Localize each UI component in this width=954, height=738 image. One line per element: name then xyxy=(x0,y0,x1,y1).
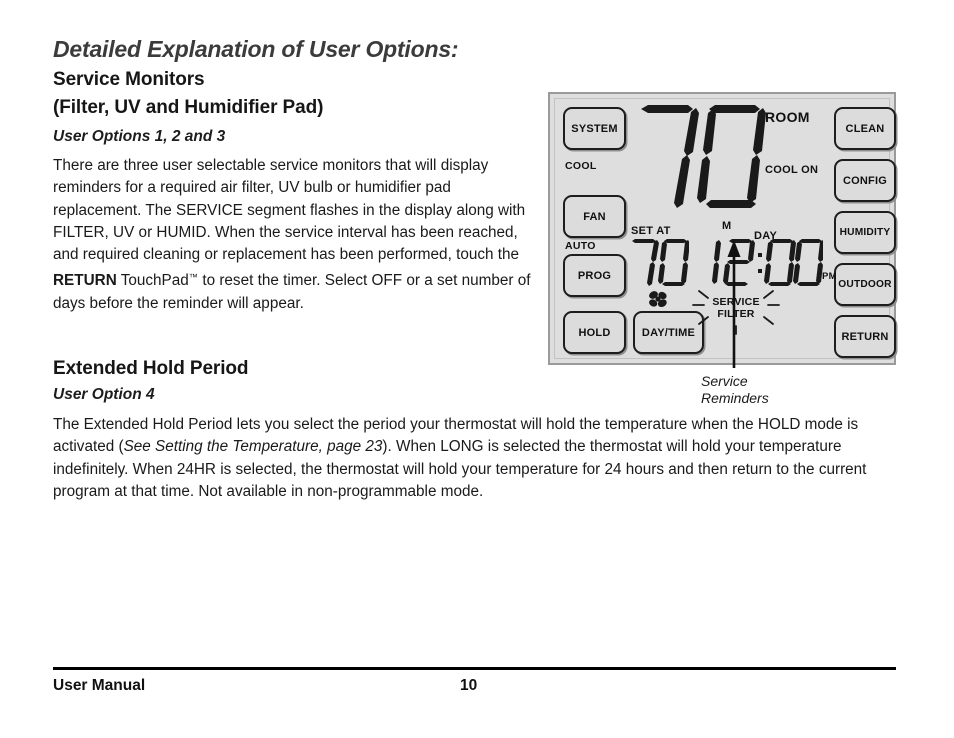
section-heading-line1: Service Monitors xyxy=(53,69,205,90)
fan-indicator-auto: AUTO xyxy=(565,240,596,252)
cross-reference-italic: See Setting the Temperature, page 23 xyxy=(123,438,383,456)
thermostat-button-humidity[interactable]: HUMIDITY xyxy=(834,211,896,254)
trademark-symbol: ™ xyxy=(188,272,199,283)
thermostat-faceplate: SYSTEM COOL FAN AUTO PROG HOLD DAY/TIME … xyxy=(554,98,896,359)
footer-divider xyxy=(53,667,896,670)
thermostat-button-clean[interactable]: CLEAN xyxy=(834,107,896,150)
fan-running-icon xyxy=(649,291,667,308)
return-touchpad-emphasis: RETURN xyxy=(53,272,117,290)
lcd-label-cool-on: COOL ON xyxy=(765,164,819,176)
mode-indicator-cool: COOL xyxy=(565,160,597,172)
caption-line-2: Reminders xyxy=(701,390,769,406)
paragraph-text-part2: TouchPad xyxy=(116,272,189,290)
lcd-label-pm: PM xyxy=(822,271,837,282)
paragraph-text-part1: There are three user selectable service … xyxy=(53,157,526,264)
lcd-label-minute-indicator: M xyxy=(722,220,732,232)
thermostat-figure: SYSTEM COOL FAN AUTO PROG HOLD DAY/TIME … xyxy=(548,92,896,365)
page-title: Detailed Explanation of User Options: xyxy=(53,36,459,62)
footer-manual-label: User Manual xyxy=(53,677,146,694)
manual-page: Detailed Explanation of User Options: Se… xyxy=(0,0,954,738)
footer-page-number: 10 xyxy=(460,677,478,694)
lcd-label-set-at: SET AT xyxy=(631,225,671,237)
extended-hold-heading: Extended Hold Period xyxy=(53,358,249,379)
extended-hold-subheading: User Option 4 xyxy=(53,386,155,403)
thermostat-button-prog[interactable]: PROG xyxy=(563,254,626,297)
callout-arrow-icon xyxy=(727,240,741,368)
section-heading-line2: (Filter, UV and Humidifier Pad) xyxy=(53,97,324,118)
lcd-room-temperature xyxy=(641,105,766,208)
thermostat-button-system[interactable]: SYSTEM xyxy=(563,107,626,150)
extended-hold-paragraph: The Extended Hold Period lets you select… xyxy=(53,414,891,503)
thermostat-button-fan[interactable]: FAN xyxy=(563,195,626,238)
service-monitors-paragraph: There are three user selectable service … xyxy=(53,155,533,315)
caption-line-1: Service xyxy=(701,373,748,389)
thermostat-button-outdoor[interactable]: OUTDOOR xyxy=(834,263,896,306)
thermostat-button-hold[interactable]: HOLD xyxy=(563,311,626,354)
lcd-label-room: ROOM xyxy=(765,109,810,125)
lcd-setpoint-value xyxy=(632,239,689,286)
thermostat-button-return[interactable]: RETURN xyxy=(834,315,896,358)
thermostat-button-config[interactable]: CONFIG xyxy=(834,159,896,202)
figure-caption: Service Reminders xyxy=(701,373,769,407)
section-subheading-user-options: User Options 1, 2 and 3 xyxy=(53,128,226,145)
